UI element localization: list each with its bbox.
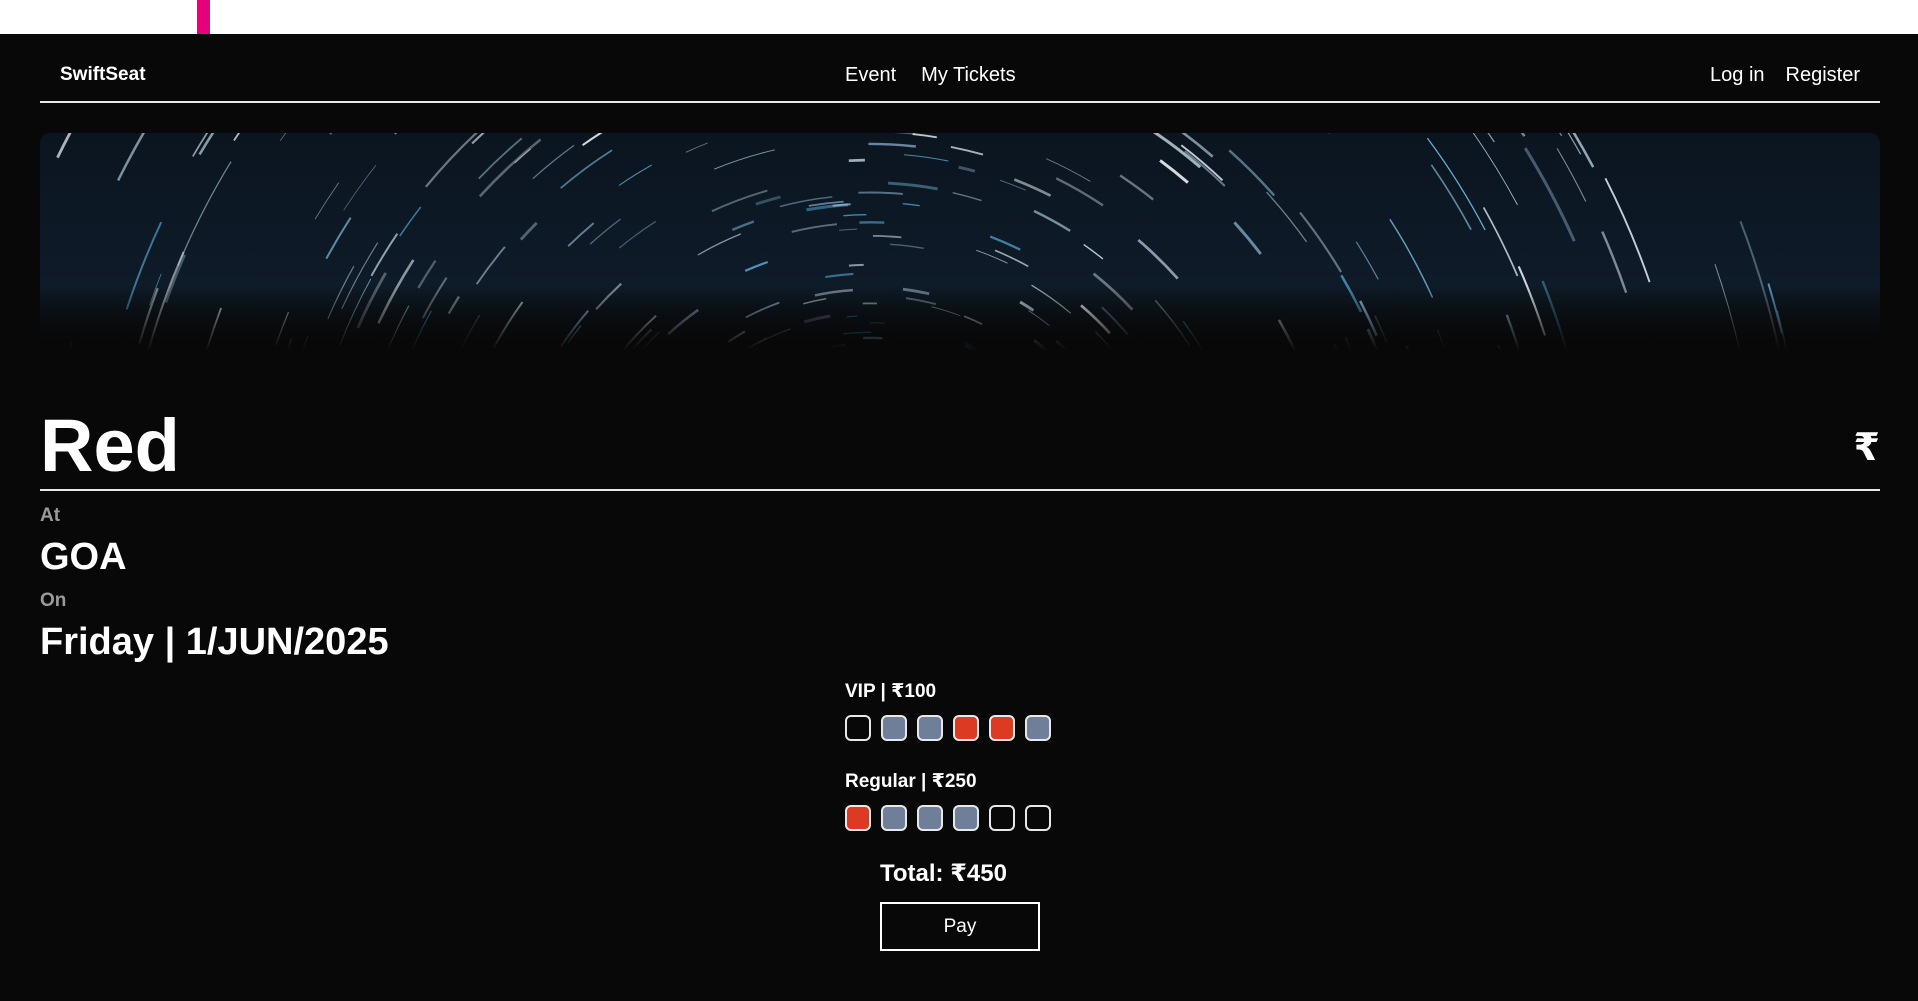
seat-selected[interactable] <box>881 805 907 831</box>
venue-name: GOA <box>40 536 127 578</box>
nav-link-my-tickets[interactable]: My Tickets <box>921 64 1015 87</box>
event-title: Red <box>40 404 180 487</box>
on-label: On <box>40 590 67 611</box>
seat-section-regular: Regular | ₹250 <box>845 770 1051 831</box>
seat-row-vip <box>845 715 1051 741</box>
at-label: At <box>40 505 61 526</box>
seat-booked[interactable] <box>953 715 979 741</box>
seat-selected[interactable] <box>953 805 979 831</box>
rupee-icon: ₹ <box>1853 427 1880 469</box>
pay-button[interactable]: Pay <box>880 902 1040 951</box>
order-total: Total: ₹450 <box>880 860 1007 887</box>
browser-top-strip <box>0 0 1918 34</box>
nav-links: Event My Tickets <box>845 64 1016 87</box>
seat-selected[interactable] <box>917 805 943 831</box>
seat-row-regular <box>845 805 1051 831</box>
section-label-regular: Regular | ₹250 <box>845 771 977 792</box>
seat-available[interactable] <box>989 805 1015 831</box>
star-trails-image <box>40 133 1880 351</box>
brand-logo[interactable]: SwiftSeat <box>60 64 146 86</box>
seat-available[interactable] <box>845 715 871 741</box>
title-divider <box>40 489 1880 491</box>
seat-booked[interactable] <box>845 805 871 831</box>
register-link[interactable]: Register <box>1786 64 1860 87</box>
nav-link-event[interactable]: Event <box>845 64 896 87</box>
seat-available[interactable] <box>1025 805 1051 831</box>
login-link[interactable]: Log in <box>1710 64 1765 87</box>
section-label-vip: VIP | ₹100 <box>845 681 937 702</box>
navbar: SwiftSeat Event My Tickets Log in Regist… <box>40 34 1880 103</box>
seat-selected[interactable] <box>1025 715 1051 741</box>
banner-fade <box>40 133 1880 351</box>
seat-selected[interactable] <box>917 715 943 741</box>
event-date: Friday | 1/JUN/2025 <box>40 621 389 663</box>
auth-links: Log in Register <box>1710 64 1860 87</box>
event-banner-image <box>40 133 1880 351</box>
seat-selected[interactable] <box>881 715 907 741</box>
seat-section-vip: VIP | ₹100 <box>845 680 1051 741</box>
seat-booked[interactable] <box>989 715 1015 741</box>
accent-marker <box>197 0 210 34</box>
